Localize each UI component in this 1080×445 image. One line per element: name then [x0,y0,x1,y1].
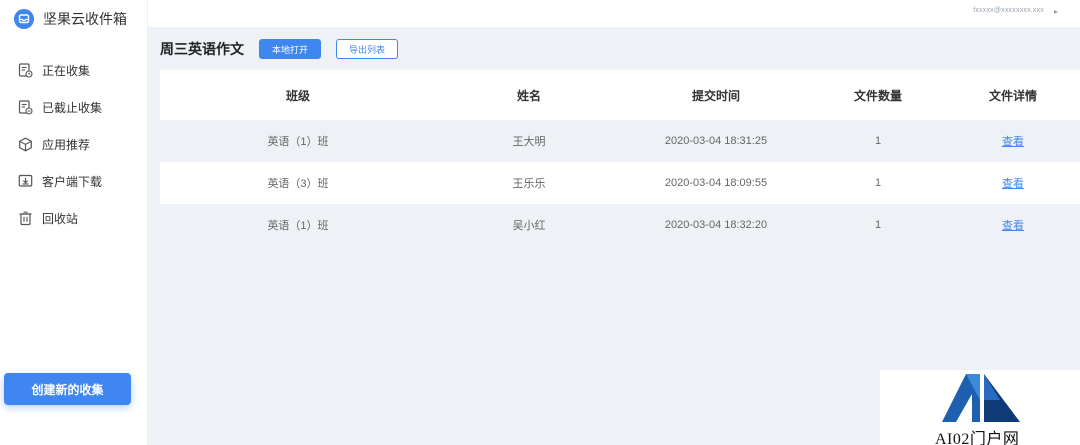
column-header-name: 姓名 [516,88,541,103]
watermark: AI02门户网 [880,370,1080,445]
sidebar-item-label: 应用推荐 [42,138,91,152]
column-header-file-detail: 文件详情 [988,88,1037,103]
create-collection-button[interactable]: 创建新的收集 [4,373,131,405]
brand[interactable]: 坚果云收件箱 [14,8,127,30]
sidebar-item-label: 客户端下载 [42,175,103,189]
top-bar: fxxxxx@xxxxxxxx.xxx ▸ [148,0,1080,27]
column-header-submit-time: 提交时间 [691,88,740,103]
app-title: 坚果云收件箱 [43,11,127,27]
cell-detail: 查看 [946,120,1080,162]
sidebar-item-collecting[interactable]: 正在收集 [0,52,148,89]
cell-name: 王乐乐 [512,178,546,190]
export-list-button[interactable]: 导出列表 [336,39,399,59]
watermark-text: AI02门户网 [935,431,1020,445]
cell-submit-time: 2020-03-04 18:31:25 [664,135,768,147]
cell-name: 吴小红 [512,220,546,232]
cell-submit-time: 2020-03-04 18:09:55 [664,177,768,189]
cell-detail: 查看 [946,204,1080,246]
cell-submit-time: 2020-03-04 18:32:20 [664,219,768,231]
cell-class: 英语（1）班 [267,136,329,148]
cell-class: 英语（3）班 [267,178,329,190]
sidebar-item-app-recommend[interactable]: 应用推荐 [0,126,148,163]
sidebar-item-label: 回收站 [42,212,79,226]
table-row[interactable]: 英语（1）班 王大明 2020-03-04 18:31:25 1 查看 [160,120,1080,162]
collecting-icon [17,63,33,79]
closed-collection-icon [17,100,33,116]
sidebar-item-label: 正在收集 [42,64,91,78]
view-link[interactable]: 查看 [1002,136,1024,148]
sidebar-item-client-download[interactable]: 客户端下载 [0,163,148,200]
user-menu-caret-icon[interactable]: ▸ [1054,7,1058,16]
sidebar-nav: 正在收集 已截止收集 应用推荐 客户端下载 回收站 [0,52,148,237]
open-local-button[interactable]: 本地打开 [259,39,322,59]
cell-file-count: 1 [874,177,882,189]
view-link[interactable]: 查看 [1002,178,1024,190]
title-row: 周三英语作文 本地打开 导出列表 [160,38,399,60]
cell-name: 王大明 [512,136,546,148]
table-row[interactable]: 英语（3）班 王乐乐 2020-03-04 18:09:55 1 查看 [160,162,1080,204]
column-header-file-count: 文件数量 [853,88,902,103]
nutstore-logo-icon [14,9,34,29]
view-link[interactable]: 查看 [1002,220,1024,232]
trash-icon [17,211,33,227]
cell-file-count: 1 [874,219,882,231]
download-icon [17,174,33,190]
sidebar: 坚果云收件箱 正在收集 已截止收集 应用推荐 客户端下载 回收站 创建新的收集 [0,0,148,445]
sidebar-item-label: 已截止收集 [42,101,103,115]
user-email[interactable]: fxxxxx@xxxxxxxx.xxx [973,7,1044,14]
column-header-class: 班级 [285,88,310,103]
table-row[interactable]: 英语（1）班 吴小红 2020-03-04 18:32:20 1 查看 [160,204,1080,246]
sidebar-item-closed[interactable]: 已截止收集 [0,89,148,126]
cell-detail: 查看 [946,162,1080,204]
cube-icon [17,137,33,153]
sidebar-item-recycle-bin[interactable]: 回收站 [0,200,148,237]
table-header-row: 班级 姓名 提交时间 文件数量 文件详情 [160,70,1080,120]
page-title: 周三英语作文 [160,41,244,57]
cell-file-count: 1 [874,135,882,147]
cell-class: 英语（1）班 [267,220,329,232]
